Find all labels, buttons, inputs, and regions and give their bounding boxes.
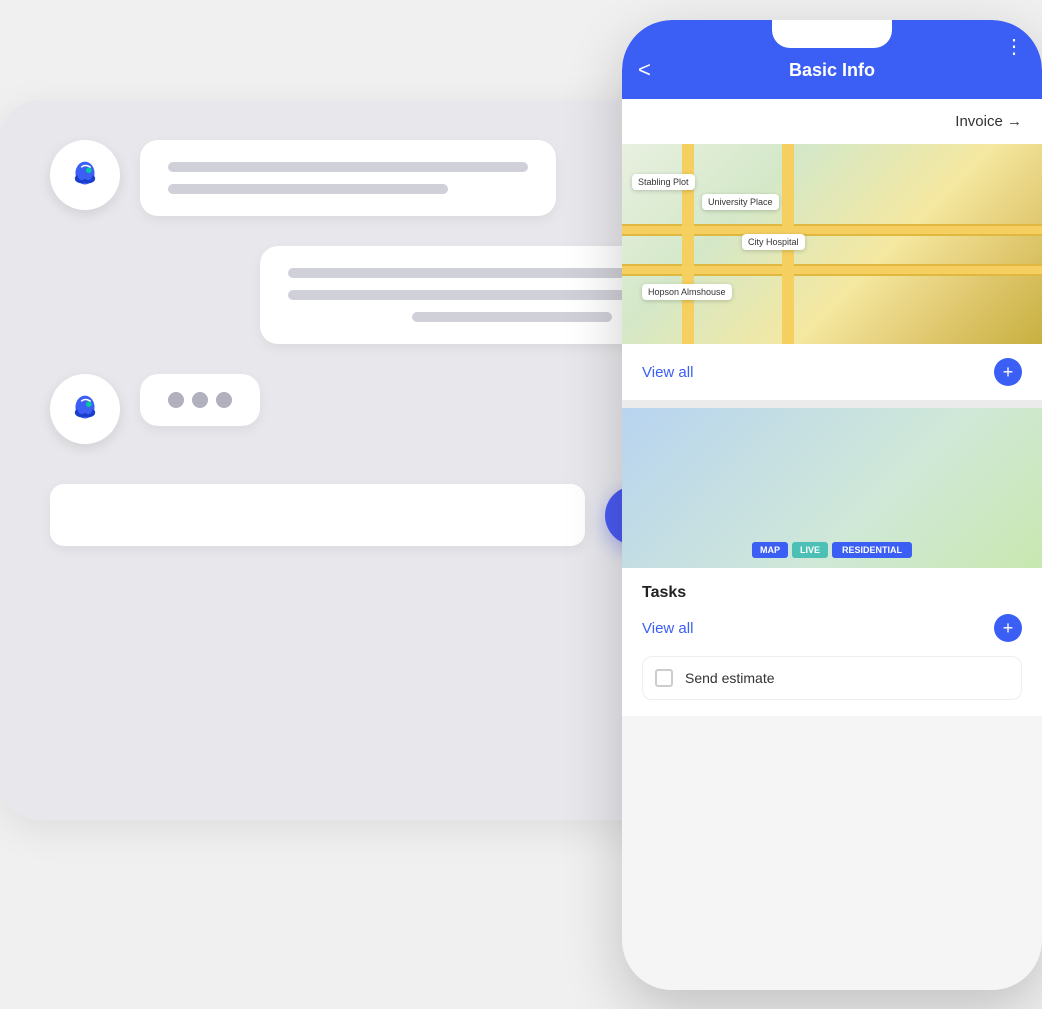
badge-residential: RESIDENTIAL bbox=[832, 542, 912, 558]
map-label-2: University Place bbox=[702, 194, 779, 210]
invoice-row: Invoice → bbox=[622, 99, 1042, 144]
task-label: Send estimate bbox=[685, 670, 775, 686]
phone-notch bbox=[772, 20, 892, 48]
add-button-2[interactable]: + bbox=[994, 614, 1022, 642]
phone-mockup: < Basic Info ⋮ Invoice → Stabling Plot U… bbox=[622, 20, 1042, 990]
tasks-section: Tasks View all + Send estimate bbox=[622, 568, 1042, 716]
bot-avatar-1 bbox=[50, 140, 120, 210]
map-placeholder: Stabling Plot University Place City Hosp… bbox=[622, 144, 1042, 344]
typing-dot-3 bbox=[216, 392, 232, 408]
bird-logo-icon-2 bbox=[64, 388, 106, 430]
invoice-link[interactable]: Invoice → bbox=[955, 113, 1022, 130]
bubble-line bbox=[288, 268, 648, 278]
bubble-line bbox=[168, 184, 448, 194]
task-checkbox[interactable] bbox=[655, 669, 673, 687]
bird-logo-icon bbox=[64, 154, 106, 196]
bubble-line bbox=[168, 162, 528, 172]
bubble-line bbox=[412, 312, 612, 322]
phone-back-button[interactable]: < bbox=[638, 57, 651, 83]
task-item: Send estimate bbox=[642, 656, 1022, 700]
view-all-link-2[interactable]: View all bbox=[642, 620, 693, 637]
view-all-row-2: View all + bbox=[642, 614, 1022, 656]
map-section: Stabling Plot University Place City Hosp… bbox=[622, 144, 1042, 344]
section-divider-1 bbox=[622, 400, 1042, 408]
message-bubble-2 bbox=[260, 246, 640, 344]
badge-blue: MAP bbox=[752, 542, 788, 558]
typing-dot-2 bbox=[192, 392, 208, 408]
view-all-link-1[interactable]: View all bbox=[642, 364, 693, 381]
badge-teal: LIVE bbox=[792, 542, 828, 558]
map-label-1: Stabling Plot bbox=[632, 174, 695, 190]
chat-input-field[interactable] bbox=[50, 484, 585, 546]
bubble-line bbox=[288, 290, 648, 300]
residential-badge: MAP LIVE RESIDENTIAL bbox=[752, 542, 912, 558]
tasks-header: Tasks bbox=[642, 584, 1022, 602]
map-label-4: Hopson Almshouse bbox=[642, 284, 732, 300]
typing-indicator bbox=[140, 374, 260, 426]
bot-avatar-2 bbox=[50, 374, 120, 444]
add-button-1[interactable]: + bbox=[994, 358, 1022, 386]
view-all-row-1: View all + bbox=[622, 344, 1042, 400]
phone-header-title: Basic Info bbox=[789, 60, 875, 81]
map-label-3: City Hospital bbox=[742, 234, 805, 250]
phone-screen: < Basic Info ⋮ Invoice → Stabling Plot U… bbox=[622, 20, 1042, 990]
message-bubble-1 bbox=[140, 140, 556, 216]
phone-menu-button[interactable]: ⋮ bbox=[1004, 34, 1026, 59]
color-map-block: MAP LIVE RESIDENTIAL bbox=[622, 408, 1042, 568]
typing-dot-1 bbox=[168, 392, 184, 408]
